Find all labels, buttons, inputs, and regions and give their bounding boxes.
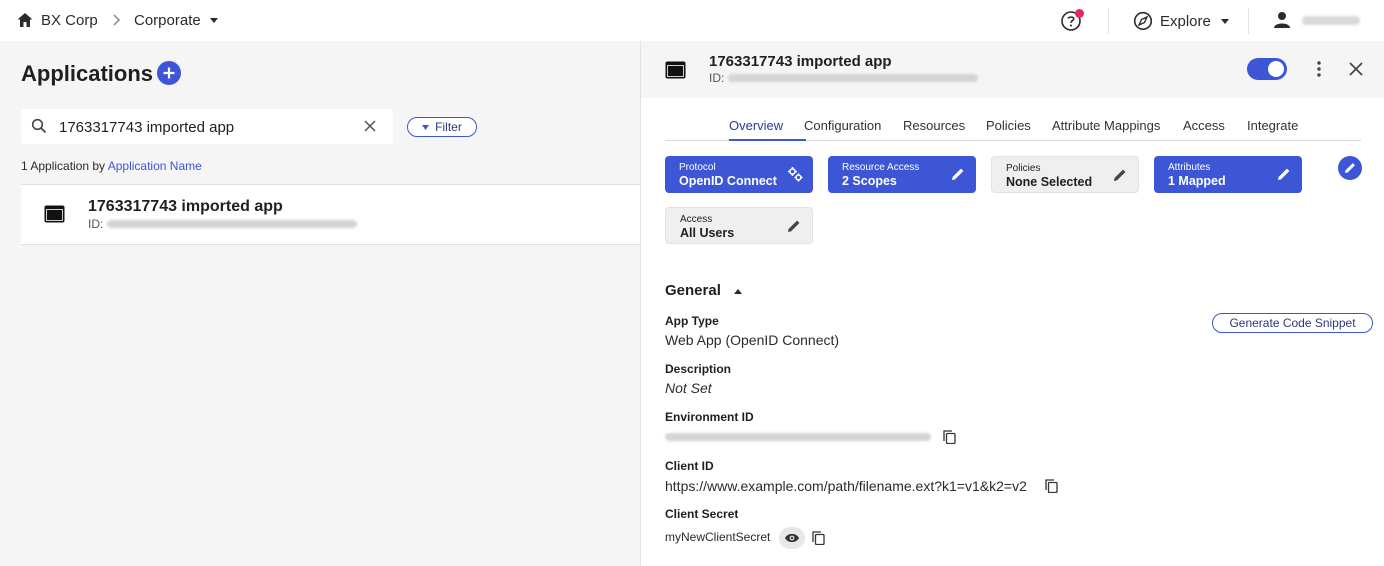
add-application-button[interactable] <box>157 61 181 85</box>
divider <box>1248 8 1249 34</box>
gears-icon <box>788 167 803 182</box>
pencil-icon <box>1114 169 1126 181</box>
edit-summary-button[interactable] <box>1338 156 1362 180</box>
id-label: ID: <box>709 71 725 85</box>
clear-icon[interactable] <box>363 119 377 133</box>
user-name-redacted <box>1302 15 1360 25</box>
explore-menu[interactable]: Explore <box>1133 10 1229 32</box>
copy-icon[interactable] <box>943 430 956 444</box>
caret-down-icon <box>422 124 430 130</box>
tab-policies[interactable]: Policies <box>986 118 1031 133</box>
applications-list-pane: Applications Filter 1 Application by App… <box>0 41 640 566</box>
user-icon <box>1274 12 1290 28</box>
breadcrumb-organization[interactable]: BX Corp <box>41 12 98 29</box>
page-title: Applications <box>21 61 154 86</box>
chip-value: 1 Mapped <box>1168 174 1226 188</box>
application-detail-pane: 1763317743 imported app ID: Overview Con… <box>640 41 1384 566</box>
toggle-knob <box>1268 61 1284 77</box>
detail-tabs: Overview Configuration Resources Policie… <box>665 112 1361 141</box>
resource-access-chip[interactable]: Resource Access 2 Scopes <box>828 156 976 193</box>
environment-id-label: Environment ID <box>665 410 754 424</box>
more-options-icon[interactable] <box>1313 59 1325 79</box>
detail-app-name: 1763317743 imported app <box>709 53 892 70</box>
home-icon[interactable] <box>16 11 34 29</box>
application-window-icon <box>44 205 65 223</box>
result-count-prefix: 1 Application by <box>21 159 106 173</box>
application-id: ID: <box>88 217 358 231</box>
divider <box>1108 8 1109 34</box>
app-type-label: App Type <box>665 314 719 328</box>
pencil-icon <box>788 220 800 232</box>
policies-chip[interactable]: Policies None Selected <box>991 156 1139 193</box>
breadcrumb-environment[interactable]: Corporate <box>134 12 201 29</box>
application-name: 1763317743 imported app <box>88 198 283 215</box>
filter-button[interactable]: Filter <box>407 117 477 137</box>
client-secret-value: myNewClientSecret <box>665 530 771 544</box>
description-value: Not Set <box>665 380 712 396</box>
client-id-label: Client ID <box>665 459 714 473</box>
enable-application-toggle[interactable] <box>1247 58 1287 80</box>
chip-label: Protocol <box>679 162 716 173</box>
caret-up-icon[interactable] <box>734 289 742 294</box>
search-box[interactable] <box>21 109 393 144</box>
caret-down-icon[interactable] <box>210 18 218 23</box>
client-secret-label: Client Secret <box>665 507 739 521</box>
compass-icon <box>1133 11 1153 31</box>
chip-value: OpenID Connect <box>679 174 777 188</box>
chip-label: Access <box>680 214 713 225</box>
plus-icon <box>163 67 175 79</box>
eye-icon <box>785 533 799 543</box>
detail-app-id: ID: <box>709 71 979 85</box>
detail-header: 1763317743 imported app ID: <box>641 41 1384 98</box>
tab-integrate[interactable]: Integrate <box>1247 118 1298 133</box>
caret-down-icon <box>1220 18 1229 24</box>
chip-label: Resource Access <box>842 162 920 173</box>
application-id-redacted <box>107 220 358 228</box>
tab-access[interactable]: Access <box>1183 118 1225 133</box>
attributes-chip[interactable]: Attributes 1 Mapped <box>1154 156 1302 193</box>
tab-attribute-mappings[interactable]: Attribute Mappings <box>1052 118 1160 133</box>
search-input[interactable] <box>59 117 359 137</box>
client-id-value: https://www.example.com/path/filename.ex… <box>665 478 1027 494</box>
tab-resources[interactable]: Resources <box>903 118 965 133</box>
pencil-icon <box>1278 168 1290 180</box>
pencil-icon <box>952 168 964 180</box>
access-chip[interactable]: Access All Users <box>665 207 813 244</box>
chevron-right-icon <box>113 14 121 26</box>
chip-label: Attributes <box>1168 162 1211 173</box>
detail-app-id-redacted <box>728 74 979 82</box>
top-bar: BX Corp Corporate Explore <box>0 0 1384 41</box>
active-tab-indicator <box>729 139 806 141</box>
pencil-icon <box>1345 163 1355 173</box>
chip-value: All Users <box>680 226 735 240</box>
app-type-value: Web App (OpenID Connect) <box>665 332 840 348</box>
chip-value: 2 Scopes <box>842 174 897 188</box>
sort-by-link[interactable]: Application Name <box>108 159 202 173</box>
search-icon <box>31 118 47 134</box>
chip-value: None Selected <box>1006 175 1093 189</box>
show-secret-button[interactable] <box>779 527 805 549</box>
copy-icon[interactable] <box>812 531 825 545</box>
general-section-title[interactable]: General <box>665 282 721 299</box>
application-row[interactable]: 1763317743 imported app ID: <box>21 184 640 245</box>
user-menu[interactable] <box>1272 10 1360 30</box>
close-icon[interactable] <box>1348 61 1364 77</box>
copy-icon[interactable] <box>1045 479 1058 493</box>
protocol-chip[interactable]: Protocol OpenID Connect <box>665 156 813 193</box>
tab-configuration[interactable]: Configuration <box>804 118 881 133</box>
application-window-icon <box>665 61 686 79</box>
tab-overview[interactable]: Overview <box>729 118 783 133</box>
filter-label: Filter <box>435 120 462 134</box>
explore-label: Explore <box>1160 12 1211 30</box>
description-label: Description <box>665 362 732 376</box>
result-count: 1 Application by Application Name <box>21 159 202 173</box>
environment-id-redacted <box>665 433 931 441</box>
chip-label: Policies <box>1006 163 1041 174</box>
generate-code-snippet-button[interactable]: Generate Code Snippet <box>1212 313 1373 333</box>
id-label: ID: <box>88 217 104 231</box>
notification-badge <box>1075 9 1084 18</box>
